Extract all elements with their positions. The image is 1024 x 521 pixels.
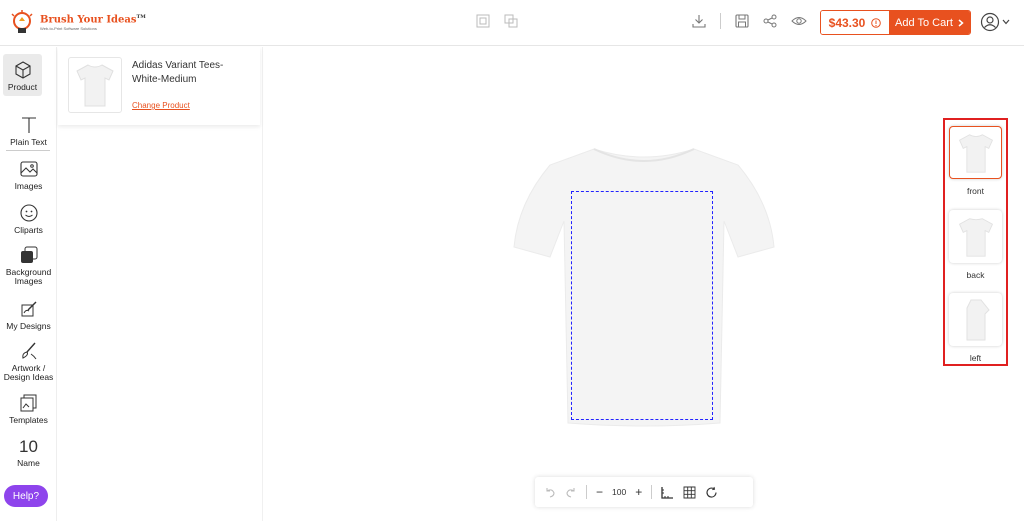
account-menu[interactable] bbox=[980, 12, 1010, 32]
share-icon[interactable] bbox=[763, 14, 777, 28]
lightbulb-logo-icon bbox=[11, 10, 33, 33]
sidebar-item-label: Product bbox=[7, 82, 38, 92]
sidebar-item-templates[interactable]: Templates bbox=[0, 393, 57, 425]
divider bbox=[651, 485, 653, 499]
product-thumbnail[interactable] bbox=[68, 57, 122, 113]
copy-layer-icon[interactable] bbox=[476, 14, 490, 28]
view-thumbnail bbox=[949, 293, 1002, 346]
view-thumbnail bbox=[949, 126, 1002, 179]
price-cart-group: $43.30 Add To Cart bbox=[820, 10, 971, 35]
user-icon bbox=[980, 12, 1000, 32]
undo-icon[interactable] bbox=[544, 486, 556, 498]
text-icon bbox=[21, 117, 36, 133]
product-panel: Adidas Variant Tees-White-Medium Change … bbox=[58, 47, 263, 521]
sidebar-item-cliparts[interactable]: Cliparts bbox=[0, 203, 57, 235]
view-label: back bbox=[966, 270, 985, 280]
price-value: $43.30 bbox=[828, 15, 866, 30]
tshirt-back-icon bbox=[958, 217, 993, 257]
download-icon[interactable] bbox=[692, 14, 706, 28]
help-button[interactable]: Help? bbox=[4, 485, 48, 507]
view-front[interactable]: front bbox=[949, 126, 1002, 196]
zoom-toolbar: − 100 + bbox=[535, 477, 753, 507]
view-thumbnail bbox=[949, 210, 1002, 263]
layers-icon bbox=[20, 246, 37, 263]
number-icon: 10 bbox=[19, 437, 38, 456]
product-card: Adidas Variant Tees-White-Medium Change … bbox=[58, 47, 260, 125]
sidebar-item-product[interactable]: Product bbox=[3, 54, 42, 97]
sidebar-divider bbox=[6, 150, 50, 151]
view-label: left bbox=[969, 353, 982, 363]
save-icon[interactable] bbox=[735, 14, 749, 28]
sidebar-item-label: My Designs bbox=[6, 321, 51, 331]
tshirt-front-icon bbox=[958, 133, 993, 173]
logo[interactable]: Brush Your IdeasTM Web-to-Print Software… bbox=[8, 8, 146, 38]
reset-icon[interactable] bbox=[705, 486, 718, 499]
sidebar-item-plain-text[interactable]: Plain Text bbox=[0, 115, 57, 147]
sidebar-item-images[interactable]: Images bbox=[0, 159, 57, 191]
view-left[interactable]: left bbox=[949, 293, 1002, 363]
logo-title: Brush Your Ideas bbox=[40, 14, 137, 26]
view-back[interactable]: back bbox=[949, 210, 1002, 280]
brush-icon bbox=[21, 342, 36, 360]
sidebar-item-artwork-design-ideas[interactable]: Artwork / Design Ideas bbox=[0, 341, 57, 383]
zoom-out-icon[interactable]: − bbox=[596, 486, 603, 498]
view-selector: front back left bbox=[943, 118, 1008, 366]
smiley-icon bbox=[19, 204, 38, 222]
left-sidebar: Product Plain Text Images Cliparts Backg… bbox=[0, 47, 57, 521]
chevron-right-icon bbox=[958, 18, 964, 27]
change-product-link[interactable]: Change Product bbox=[132, 101, 190, 110]
top-header: Brush Your IdeasTM Web-to-Print Software… bbox=[0, 0, 1024, 46]
grid-icon[interactable] bbox=[683, 486, 696, 499]
product-name: Adidas Variant Tees-White-Medium bbox=[132, 60, 224, 85]
sidebar-item-label: Images bbox=[14, 181, 43, 191]
add-to-cart-label: Add To Cart bbox=[895, 16, 953, 29]
chevron-down-icon bbox=[1002, 19, 1010, 25]
sidebar-item-label: Artwork / Design Ideas bbox=[3, 363, 54, 383]
info-icon[interactable] bbox=[871, 17, 882, 28]
print-area[interactable] bbox=[571, 191, 713, 420]
zoom-value: 100 bbox=[612, 487, 627, 497]
redo-icon[interactable] bbox=[565, 486, 577, 498]
preview-icon[interactable] bbox=[791, 14, 807, 28]
sidebar-item-label: Cliparts bbox=[14, 225, 43, 235]
duplicate-icon[interactable] bbox=[504, 14, 518, 28]
logo-tagline: Web-to-Print Software Solutions bbox=[40, 26, 97, 32]
sidebar-item-label: Plain Text bbox=[10, 137, 47, 147]
ruler-icon[interactable] bbox=[661, 486, 674, 499]
sidebar-item-label: Background Images bbox=[5, 267, 52, 287]
cube-icon bbox=[14, 61, 31, 79]
add-to-cart-button[interactable]: Add To Cart bbox=[889, 11, 970, 34]
sidebar-item-label: Templates bbox=[9, 415, 48, 425]
logo-trademark: TM bbox=[136, 13, 146, 20]
image-icon bbox=[19, 161, 38, 177]
tshirt-side-icon bbox=[966, 299, 990, 340]
view-label: front bbox=[966, 186, 984, 196]
design-canvas: front back left − 100 + bbox=[264, 47, 1024, 521]
sidebar-item-name[interactable]: 10 Name bbox=[0, 437, 57, 468]
divider bbox=[586, 485, 587, 499]
sidebar-item-label: Name bbox=[17, 458, 40, 468]
divider bbox=[720, 13, 721, 29]
sidebar-item-background-images[interactable]: Background Images bbox=[0, 245, 57, 287]
price-display[interactable]: $43.30 bbox=[821, 11, 889, 34]
zoom-in-icon[interactable]: + bbox=[635, 486, 642, 498]
templates-icon bbox=[20, 394, 36, 412]
sidebar-item-my-designs[interactable]: My Designs bbox=[0, 299, 57, 331]
tshirt-icon bbox=[76, 64, 114, 107]
my-designs-icon bbox=[21, 301, 36, 317]
